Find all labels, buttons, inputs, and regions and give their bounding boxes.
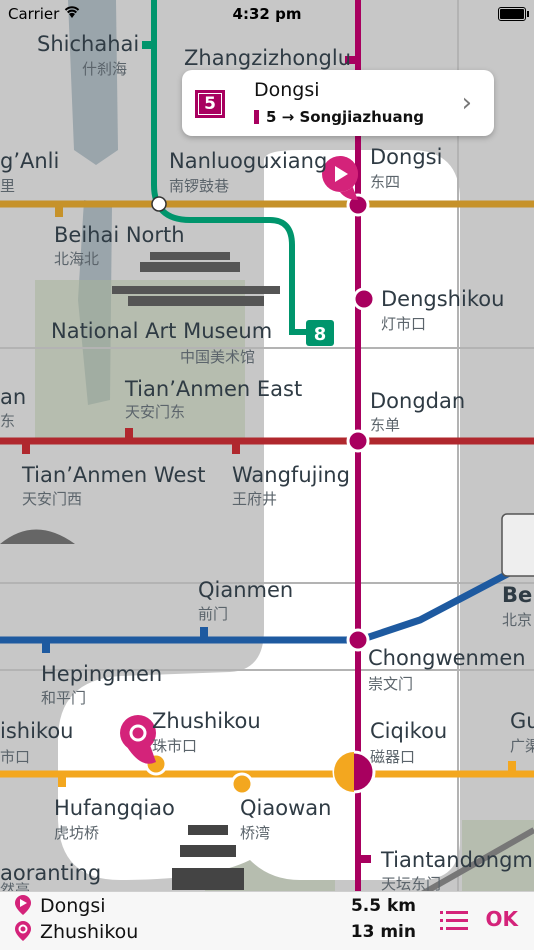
label-anli-cn: 里 (0, 177, 15, 195)
label-wangfujing-cn: 王府井 (232, 490, 277, 508)
route-from[interactable]: Dongsi (14, 894, 106, 920)
label-gu-cn: 广渠 (510, 737, 534, 755)
label-nanluoguxiang: Nanluoguxiang (169, 149, 327, 173)
label-anli: g’Anli (0, 149, 59, 173)
label-nanluoguxiang-cn: 南锣鼓巷 (169, 177, 229, 195)
label-dongsi-cn: 东四 (370, 173, 400, 191)
label-ciqikou: Ciqikou (370, 719, 447, 743)
label-qianmen: Qianmen (198, 578, 293, 602)
route-to-label: Zhushikou (40, 921, 139, 943)
label-hepingmen: Hepingmen (41, 662, 162, 686)
label-gu: Gu (510, 709, 534, 733)
route-duration: 13 min (350, 922, 416, 942)
label-zhushikou-cn: 珠市口 (152, 737, 197, 755)
label-zhangzizhonglu: Zhangzizhonglu (184, 46, 351, 70)
label-qiaowan: Qiaowan (240, 796, 331, 820)
clock: 4:32 pm (232, 5, 302, 23)
label-dengshikou-cn: 灯市口 (381, 315, 426, 333)
label-shichahai-cn: 什刹海 (82, 60, 127, 78)
label-ciqikou-cn: 磁器口 (370, 748, 415, 766)
station-dengshikou[interactable] (352, 287, 376, 311)
label-beihai-cn: 北海北 (54, 250, 99, 268)
ok-button[interactable]: OK (486, 907, 519, 931)
station-dongdan[interactable] (346, 429, 370, 453)
label-hufangqiao: Hufangqiao (54, 796, 175, 820)
station-qiaowan[interactable] (230, 772, 254, 796)
route-to[interactable]: Zhushikou (14, 920, 138, 946)
label-hufangqiao-cn: 虎坊桥 (54, 824, 99, 842)
label-an: an (0, 385, 26, 409)
label-tiananmen-west-cn: 天安门西 (22, 490, 82, 508)
start-pin-icon (15, 895, 31, 915)
label-bei-cn: 北京 (502, 611, 532, 629)
station-callout[interactable]: 5 Dongsi 5 → Songjiazhuang › (182, 70, 494, 136)
label-ishikou: ishikou (0, 719, 74, 743)
label-an-cn: 东 (0, 412, 15, 430)
label-qiaowan-cn: 桥湾 (240, 824, 270, 842)
label-dengshikou: Dengshikou (381, 287, 504, 311)
label-museum: National Art Museum (51, 319, 272, 343)
label-dongdan: Dongdan (370, 389, 465, 413)
line-badge: 5 (195, 90, 225, 118)
callout-direction: 5 → Songjiazhuang (254, 108, 424, 126)
metro-map[interactable]: 8 Shichahai Zhangzizhonglu g’Anli Nanluo… (0, 0, 534, 950)
label-shichahai: Shichahai (37, 32, 139, 56)
line8-badge-label: 8 (314, 324, 327, 345)
label-hepingmen-cn: 和平门 (41, 689, 86, 707)
route-from-label: Dongsi (40, 895, 106, 917)
battery-icon (498, 7, 529, 21)
label-chongwenmen-cn: 崇文门 (368, 675, 413, 693)
label-museum-cn: 中国美术馆 (180, 348, 255, 366)
label-ishikou-cn: 市口 (0, 748, 30, 766)
direction-text: 5 → Songjiazhuang (266, 108, 425, 126)
label-dongsi: Dongsi (370, 145, 442, 169)
list-icon[interactable] (440, 909, 468, 933)
label-tiananmen-west: Tian’Anmen West (21, 463, 206, 487)
label-tiantandongmen: Tiantandongme (380, 848, 534, 872)
label-bei: Bei (502, 583, 534, 607)
route-distance: 5.5 km (350, 896, 416, 916)
label-dongdan-cn: 东单 (370, 416, 400, 434)
route-bar: Dongsi Zhushikou 5.5 km 13 min OK (0, 891, 534, 950)
label-zhushikou: Zhushikou (152, 709, 261, 733)
line-color-bar (254, 110, 259, 124)
status-bar: Carrier 4:32 pm (0, 0, 534, 28)
callout-title: Dongsi (254, 79, 320, 101)
label-qianmen-cn: 前门 (198, 605, 228, 623)
label-tiananmen-east: Tian’Anmen East (124, 377, 302, 401)
station-chongwenmen[interactable] (346, 628, 370, 652)
label-chongwenmen: Chongwenmen (368, 646, 526, 670)
end-pin-icon (15, 921, 31, 941)
label-beihai: Beihai North (54, 223, 185, 247)
label-wangfujing: Wangfujing (232, 463, 350, 487)
chevron-right-icon[interactable]: › (462, 88, 472, 118)
label-tiananmen-east-cn: 天安门东 (125, 403, 185, 421)
